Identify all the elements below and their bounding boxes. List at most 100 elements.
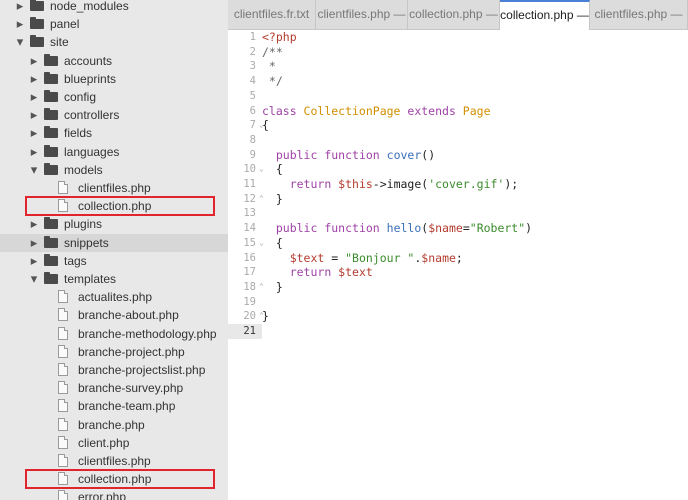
code-line[interactable]: $text = "Bonjour ".$name; xyxy=(262,251,463,265)
file-icon xyxy=(58,290,68,304)
tree-folder[interactable]: ▸ panel xyxy=(0,15,228,33)
disclosure-collapsed-icon[interactable]: ▸ xyxy=(14,0,26,15)
tree-file[interactable]: error.php xyxy=(0,488,228,500)
disclosure-collapsed-icon[interactable]: ▸ xyxy=(14,15,26,33)
folder-icon xyxy=(30,0,44,11)
tree-folder[interactable]: ▸ config xyxy=(0,88,228,106)
tree-item-label: config xyxy=(64,90,97,104)
tree-folder[interactable]: ▸ snippets xyxy=(0,233,228,252)
code-line[interactable]: /** xyxy=(262,45,283,59)
tree-folder[interactable]: ▾ models xyxy=(0,161,228,179)
folder-icon xyxy=(44,217,58,230)
tree-file[interactable]: clientfiles.php xyxy=(0,452,228,470)
code-line[interactable]: return $text xyxy=(262,265,373,279)
line-number: 14 xyxy=(243,222,256,235)
tree-item-label: branche-projectslist.php xyxy=(78,363,206,377)
tree-folder[interactable]: ▸ controllers xyxy=(0,106,228,124)
tree-item-label: error.php xyxy=(78,490,127,500)
line-number: 7 xyxy=(249,119,256,132)
editor-tab[interactable]: collection.php — xyxy=(408,0,500,29)
code-line[interactable]: */ xyxy=(262,74,283,88)
tree-folder[interactable]: ▸ plugins xyxy=(0,215,228,233)
folder-icon xyxy=(44,53,58,66)
tree-file[interactable]: branche-team.php xyxy=(0,397,228,415)
file-icon xyxy=(58,417,68,431)
editor-tab[interactable]: collection.php — xyxy=(500,0,590,30)
line-number: 18 xyxy=(243,280,256,293)
code-token: $name xyxy=(421,250,456,265)
tree-item-label: clientfiles.php xyxy=(78,454,151,468)
tree-folder[interactable]: ▸ languages xyxy=(0,143,228,161)
code-line[interactable]: * xyxy=(262,59,276,73)
code-token: } xyxy=(262,279,283,294)
disclosure-collapsed-icon[interactable]: ▸ xyxy=(28,52,40,70)
code-token: { xyxy=(262,162,283,177)
file-icon xyxy=(58,363,68,376)
code-line[interactable]: { xyxy=(262,118,269,132)
tree-file[interactable]: branche-methodology.php xyxy=(0,325,228,343)
tree-folder[interactable]: ▸ fields xyxy=(0,124,228,142)
code-line[interactable]: } xyxy=(262,280,283,294)
disclosure-collapsed-icon[interactable]: ▸ xyxy=(28,124,40,142)
disclosure-collapsed-icon[interactable]: ▸ xyxy=(28,252,40,270)
code-token: extends xyxy=(400,103,463,118)
tree-folder[interactable]: ▸ blueprints xyxy=(0,70,228,88)
tree-item-label: tags xyxy=(64,253,87,268)
editor-tab[interactable]: clientfiles.fr.txt xyxy=(228,0,316,29)
code-line[interactable]: } xyxy=(262,192,283,206)
code-token: public function xyxy=(275,221,387,236)
tree-folder[interactable]: ▸ tags xyxy=(0,252,228,270)
tree-item-label: languages xyxy=(64,144,120,159)
code-line[interactable]: <?php xyxy=(262,30,297,44)
tree-file[interactable]: branche-projectslist.php xyxy=(0,361,228,379)
tree-folder[interactable]: ▾ site xyxy=(0,33,228,51)
disclosure-expanded-icon[interactable]: ▾ xyxy=(28,270,40,288)
disclosure-collapsed-icon[interactable]: ▸ xyxy=(28,106,40,124)
tree-item-label: panel xyxy=(50,17,80,32)
code-token: ; xyxy=(455,250,463,265)
disclosure-collapsed-icon[interactable]: ▸ xyxy=(28,234,40,252)
tree-item-label: templates xyxy=(64,272,117,286)
file-icon xyxy=(58,454,68,467)
disclosure-collapsed-icon[interactable]: ▸ xyxy=(28,70,40,88)
tree-item-label: controllers xyxy=(64,108,120,123)
tree-file[interactable]: branche.php xyxy=(0,416,228,434)
tree-file[interactable]: client.php xyxy=(0,434,228,452)
tree-folder[interactable]: ▸ node_modules xyxy=(0,0,228,15)
tree-item-label: branche-about.php xyxy=(78,308,179,323)
disclosure-collapsed-icon[interactable]: ▸ xyxy=(28,215,40,233)
tree-folder[interactable]: ▸ accounts xyxy=(0,52,228,70)
folder-icon xyxy=(44,144,58,157)
tree-file[interactable]: branche-survey.php xyxy=(0,379,228,397)
disclosure-collapsed-icon[interactable]: ▸ xyxy=(28,143,40,161)
tree-item-label: accounts xyxy=(64,53,113,68)
file-icon xyxy=(58,344,68,358)
disclosure-collapsed-icon[interactable]: ▸ xyxy=(28,88,40,106)
code-line[interactable]: public function hello($name="Robert") xyxy=(262,221,532,235)
editor-tab[interactable]: clientfiles.php — xyxy=(316,0,408,29)
disclosure-expanded-icon[interactable]: ▾ xyxy=(28,161,40,179)
folder-icon xyxy=(44,272,58,284)
tree-folder[interactable]: ▾ templates xyxy=(0,270,228,288)
line-number: 21 xyxy=(243,325,256,337)
code-token: } xyxy=(262,309,269,324)
code-line[interactable]: public function cover() xyxy=(262,148,435,162)
tree-file[interactable]: clientfiles.php xyxy=(0,179,228,197)
file-icon xyxy=(58,308,68,322)
disclosure-expanded-icon[interactable]: ▾ xyxy=(14,33,26,51)
code-line[interactable]: { xyxy=(262,236,283,250)
folder-icon xyxy=(44,162,58,175)
editor-tab[interactable]: clientfiles.php — xyxy=(590,0,688,29)
tree-file[interactable]: branche-about.php xyxy=(0,306,228,324)
line-number: 11 xyxy=(243,178,256,190)
code-line[interactable]: class CollectionPage extends Page xyxy=(262,104,491,118)
code-token: $this xyxy=(338,177,373,191)
code-line[interactable]: } xyxy=(262,309,269,323)
code-line[interactable]: { xyxy=(262,162,283,176)
code-token: cover xyxy=(386,147,422,162)
tree-file[interactable]: actualites.php xyxy=(0,288,228,306)
tree-file[interactable]: branche-project.php xyxy=(0,343,228,361)
code-line[interactable]: return $this->image('cover.gif'); xyxy=(262,177,519,191)
code-editor[interactable]: 1 <?php 2 /** 3 * 4 */ 5 6 class CollectionPage … xyxy=(228,30,688,500)
